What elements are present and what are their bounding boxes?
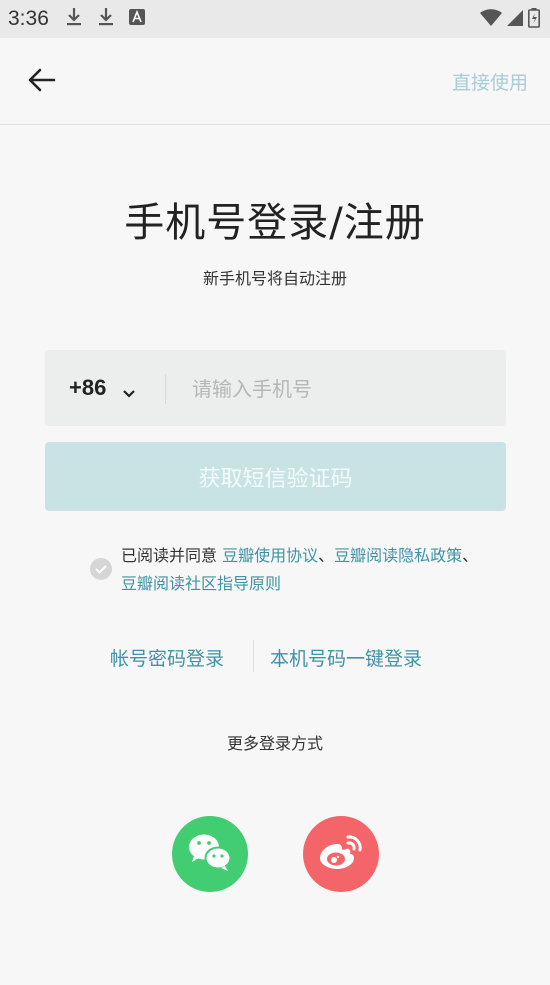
font-a-icon: [128, 9, 145, 29]
wechat-icon: [187, 832, 233, 876]
agreement-checkbox[interactable]: [90, 558, 112, 584]
phone-input-box: +86: [45, 350, 506, 426]
back-arrow-icon[interactable]: [26, 66, 58, 94]
weibo-login-button[interactable]: [303, 816, 379, 892]
usage-agreement-link[interactable]: 豆瓣使用协议: [222, 546, 318, 565]
agreement-text: 已阅读并同意 豆瓣使用协议、豆瓣阅读隐私政策、豆瓣阅读社区指导原则: [121, 542, 481, 598]
weibo-icon: [318, 833, 364, 875]
agreement-separator: 、: [462, 546, 479, 565]
privacy-policy-link[interactable]: 豆瓣阅读隐私政策: [334, 546, 462, 565]
page-subtitle: 新手机号将自动注册: [202, 269, 347, 288]
status-bar: 3:36: [0, 0, 550, 38]
password-login-link[interactable]: 帐号密码登录: [110, 644, 224, 671]
one-tap-login-link[interactable]: 本机号码一键登录: [270, 644, 422, 671]
download-icon: [65, 7, 83, 31]
country-code-selector[interactable]: +86: [69, 375, 106, 401]
page-title: 手机号登录/注册: [124, 200, 426, 246]
wifi-icon: [480, 9, 502, 31]
wechat-login-button[interactable]: [172, 816, 248, 892]
more-login-label: 更多登录方式: [226, 734, 323, 753]
phone-number-input[interactable]: [190, 368, 484, 410]
agreement-prefix: 已阅读并同意: [121, 546, 223, 565]
status-time: 3:36: [8, 7, 49, 30]
app-bar: 直接使用: [0, 38, 550, 125]
download-icon: [97, 7, 115, 31]
input-divider: [165, 374, 166, 404]
skip-button[interactable]: 直接使用: [452, 68, 528, 95]
agreement-separator: 、: [318, 546, 335, 565]
get-sms-code-button[interactable]: 获取短信验证码: [45, 442, 506, 511]
chevron-down-icon[interactable]: [122, 384, 136, 403]
alt-login-row: 帐号密码登录 本机号码一键登录: [0, 640, 550, 680]
community-guidelines-link[interactable]: 豆瓣阅读社区指导原则: [121, 574, 281, 593]
battery-icon: [528, 8, 540, 32]
signal-icon: [506, 9, 524, 31]
alt-login-divider: [253, 640, 254, 672]
